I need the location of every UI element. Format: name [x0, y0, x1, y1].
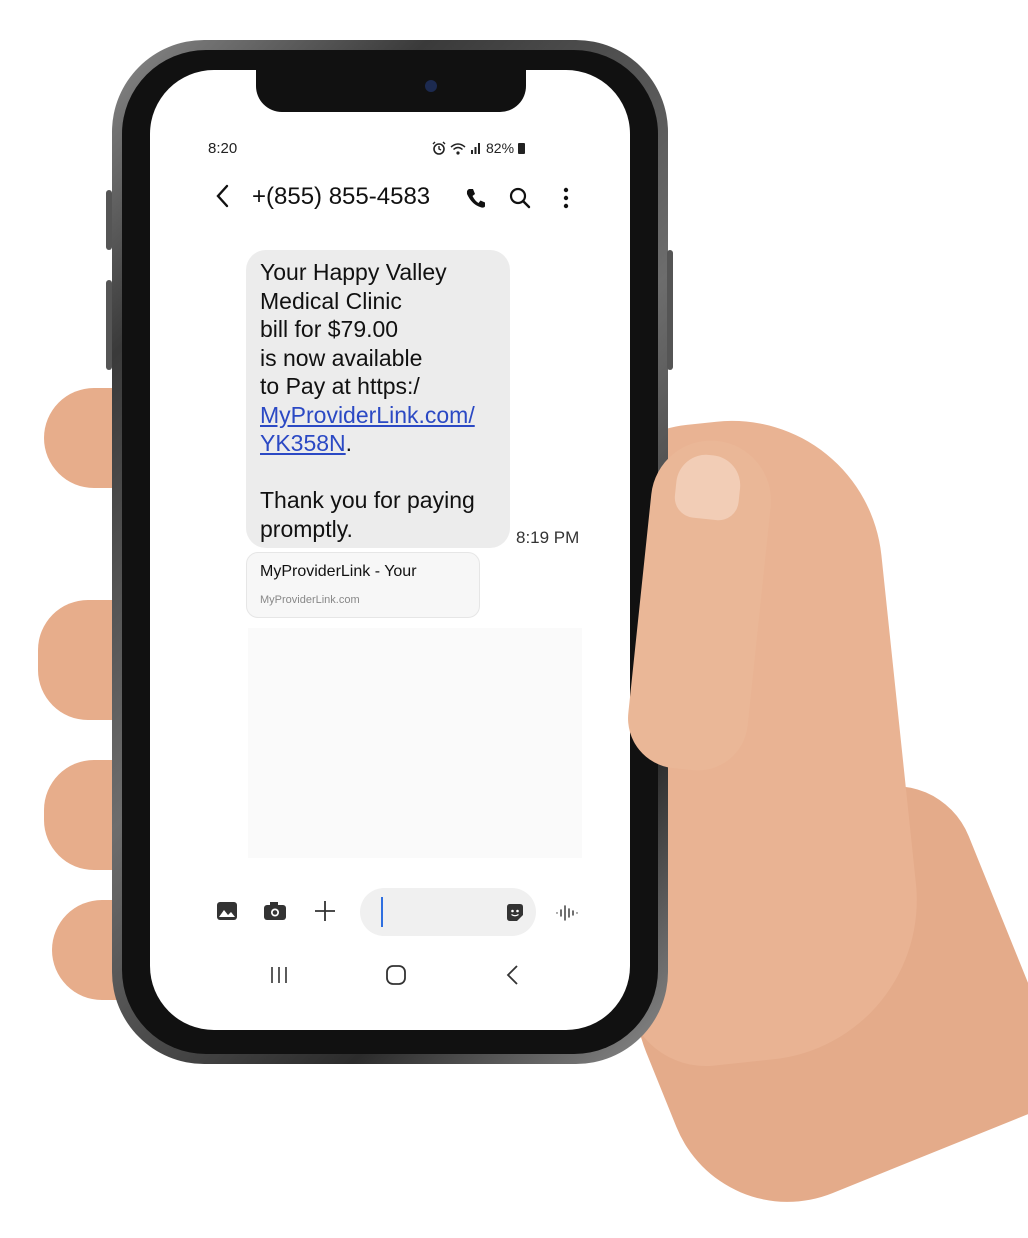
nav-home-button[interactable]	[381, 960, 411, 990]
battery-icon	[518, 142, 526, 154]
contact-title: +(855) 855-4583	[252, 183, 431, 210]
back-button[interactable]	[210, 178, 236, 214]
call-button[interactable]	[462, 184, 490, 212]
voice-icon	[556, 905, 578, 921]
more-options-button[interactable]	[552, 184, 580, 212]
back-icon	[216, 184, 229, 208]
home-icon	[386, 965, 406, 985]
text-cursor	[381, 897, 383, 927]
wifi-icon	[450, 142, 466, 155]
camera-button[interactable]	[262, 898, 288, 924]
message-line: Your Happy Valley	[260, 259, 447, 285]
message-line: Thank you for paying	[260, 487, 475, 513]
volume-down-button	[106, 280, 112, 370]
message-link[interactable]: MyProviderLink.com/	[260, 402, 475, 428]
front-camera	[425, 80, 437, 92]
status-time: 8:20	[208, 140, 238, 157]
sticker-icon	[507, 904, 523, 921]
recents-icon	[271, 967, 287, 983]
gallery-icon	[217, 902, 237, 920]
sticker-button[interactable]	[504, 902, 526, 924]
message-link[interactable]: YK358N	[260, 430, 346, 456]
volume-up-button	[106, 190, 112, 250]
link-suffix: .	[345, 430, 353, 456]
alarm-icon	[432, 141, 446, 155]
add-icon	[315, 901, 335, 921]
link-preview-card[interactable]	[246, 552, 480, 618]
power-button	[667, 250, 673, 370]
phone-icon	[466, 189, 485, 208]
message-text: Your Happy Valley Medical Clinic bill fo…	[260, 258, 500, 543]
message-line: Medical Clinic	[260, 287, 402, 314]
message-timestamp: 8:19 PM	[516, 528, 580, 547]
message-line: is now available	[260, 344, 423, 371]
notch	[256, 70, 526, 112]
nav-back-button[interactable]	[498, 960, 528, 990]
add-attachment-button[interactable]	[312, 898, 338, 924]
battery-percent: 82%	[486, 140, 515, 156]
more-icon	[563, 187, 569, 209]
conversation-area	[248, 628, 582, 858]
search-icon	[509, 187, 531, 209]
nav-back-icon	[506, 965, 518, 985]
camera-icon	[264, 902, 286, 920]
voice-input-button[interactable]	[555, 902, 579, 924]
status-icons: 82%	[432, 140, 526, 156]
signal-icon	[471, 143, 480, 154]
search-button[interactable]	[506, 184, 534, 212]
message-line: to Pay at https:/	[260, 373, 420, 399]
message-line: promptly.	[260, 515, 353, 542]
message-line: bill for $79.00	[260, 316, 399, 342]
gallery-button[interactable]	[214, 898, 240, 924]
link-preview-title: MyProviderLink - Your	[260, 563, 417, 580]
link-preview-domain: MyProviderLink.com	[260, 594, 360, 606]
nav-recents-button[interactable]	[264, 960, 294, 990]
